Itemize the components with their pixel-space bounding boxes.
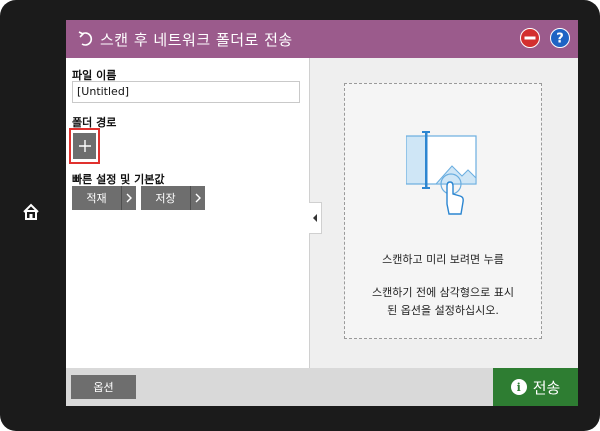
save-button-label: 저장: [141, 186, 190, 210]
scan-preview-icon: [406, 131, 477, 215]
load-button[interactable]: 적재: [72, 186, 136, 210]
scan-preview-area[interactable]: 스캔하고 미리 보려면 누름 스캔하기 전에 삼각형으로 표시 된 옵션을 설정…: [344, 83, 542, 339]
back-button[interactable]: [74, 28, 96, 50]
title-bar: 스캔 후 네트워크 폴더로 전송 ?: [66, 20, 578, 58]
page-title: 스캔 후 네트워크 폴더로 전송: [100, 30, 293, 49]
info-icon: i: [510, 379, 527, 395]
settings-panel: 파일 이름 [Untitled] 폴더 경로 빠른 설정 및 기본값 적재 저장: [66, 58, 309, 368]
preview-note-line-1: 스캔하기 전에 삼각형으로 표시: [371, 286, 515, 299]
add-folder-button[interactable]: [73, 133, 96, 159]
printer-frame: 스캔 후 네트워크 폴더로 전송 ? 파일 이름 [Untitled] 폴더 경…: [0, 0, 600, 431]
save-chevron: [190, 186, 205, 210]
send-label: 전송: [532, 378, 561, 397]
preview-note-line-2: 된 옵션을 설정하십시오.: [387, 304, 499, 317]
svg-text:?: ?: [556, 32, 564, 47]
chevron-right-icon: [126, 193, 132, 203]
chevron-right-icon: [195, 193, 201, 203]
back-icon: [78, 31, 93, 46]
load-chevron: [121, 186, 136, 210]
touch-screen: 스캔 후 네트워크 폴더로 전송 ? 파일 이름 [Untitled] 폴더 경…: [66, 20, 578, 406]
load-button-label: 적재: [72, 186, 121, 210]
help-icon[interactable]: ?: [550, 28, 570, 48]
home-icon: [23, 203, 39, 220]
quick-sets-label: 빠른 설정 및 기본값: [72, 173, 165, 186]
home-button[interactable]: [19, 200, 43, 224]
stop-icon[interactable]: [520, 28, 540, 48]
bottom-bar: 옵션 i 전송: [66, 368, 578, 406]
file-name-input[interactable]: [Untitled]: [72, 81, 300, 103]
save-button[interactable]: 저장: [141, 186, 205, 210]
collapse-handle[interactable]: [309, 202, 322, 234]
chevron-left-icon: [313, 214, 317, 222]
plus-icon: [78, 140, 91, 152]
options-button[interactable]: 옵션: [71, 375, 136, 399]
send-button[interactable]: i 전송: [493, 368, 578, 406]
preview-instruction: 스캔하고 미리 보려면 누름: [382, 253, 504, 266]
